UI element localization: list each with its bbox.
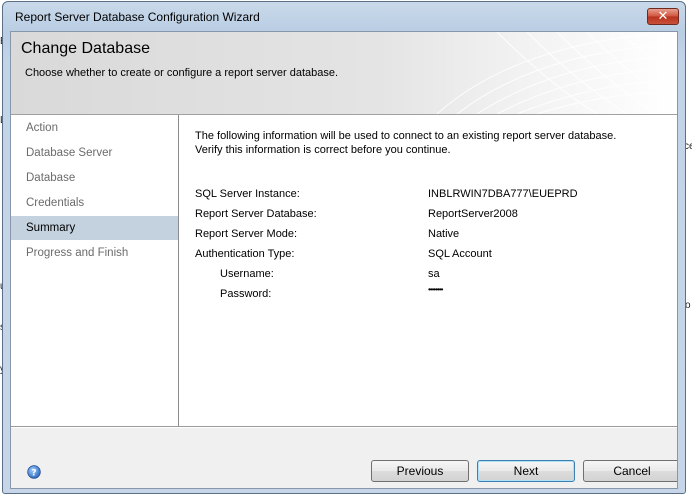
window-title: Report Server Database Configuration Wiz… [15,10,260,24]
nav-item-progress-and-finish[interactable]: Progress and Finish [11,241,178,265]
summary-panel: The following information will be used t… [179,115,677,426]
password-value: •••••••• [428,285,443,294]
report-server-database-label: Report Server Database: [195,208,317,220]
authentication-type-label: Authentication Type: [195,248,295,260]
header-decoration [436,32,677,114]
footer-divider-highlight [11,427,677,428]
summary-intro: The following information will be used t… [195,129,616,157]
summary-intro-line: The following information will be used t… [195,130,617,142]
nav-item-action[interactable]: Action [11,116,178,140]
title-bar[interactable]: Report Server Database Configuration Wiz… [3,2,685,30]
authentication-type-value: SQL Account [428,248,492,260]
report-server-mode-label: Report Server Mode: [195,228,298,240]
wizard-step-nav: Action Database Server Database Credenti… [11,115,179,426]
nav-item-database-server[interactable]: Database Server [11,141,178,165]
nav-item-summary[interactable]: Summary [11,216,178,240]
username-label: Username: [220,268,274,280]
nav-item-database[interactable]: Database [11,166,178,190]
username-value: sa [428,268,440,280]
previous-button[interactable]: Previous [371,460,469,482]
wizard-client-area: Change Database Choose whether to create… [10,31,678,489]
cancel-button[interactable]: Cancel [583,460,677,482]
page-subtitle: Choose whether to create or configure a … [25,67,339,79]
close-button[interactable]: ✕ [647,8,679,25]
sql-server-instance-value: INBLRWIN7DBA777\EUEPRD [428,188,578,200]
sql-server-instance-label: SQL Server Instance: [195,188,300,200]
close-icon: ✕ [657,8,669,23]
next-button[interactable]: Next [477,460,575,482]
wizard-header: Change Database Choose whether to create… [11,32,677,115]
page-title: Change Database [21,40,150,57]
password-label: Password: [220,288,272,300]
nav-item-credentials[interactable]: Credentials [11,191,178,215]
summary-intro-line: Verify this information is correct befor… [195,144,451,156]
wizard-window: Report Server Database Configuration Wiz… [2,1,686,494]
report-server-mode-value: Native [428,228,460,240]
report-server-database-value: ReportServer2008 [428,208,518,220]
help-icon[interactable]: ? [27,465,41,479]
help-glyph: ? [31,468,36,478]
